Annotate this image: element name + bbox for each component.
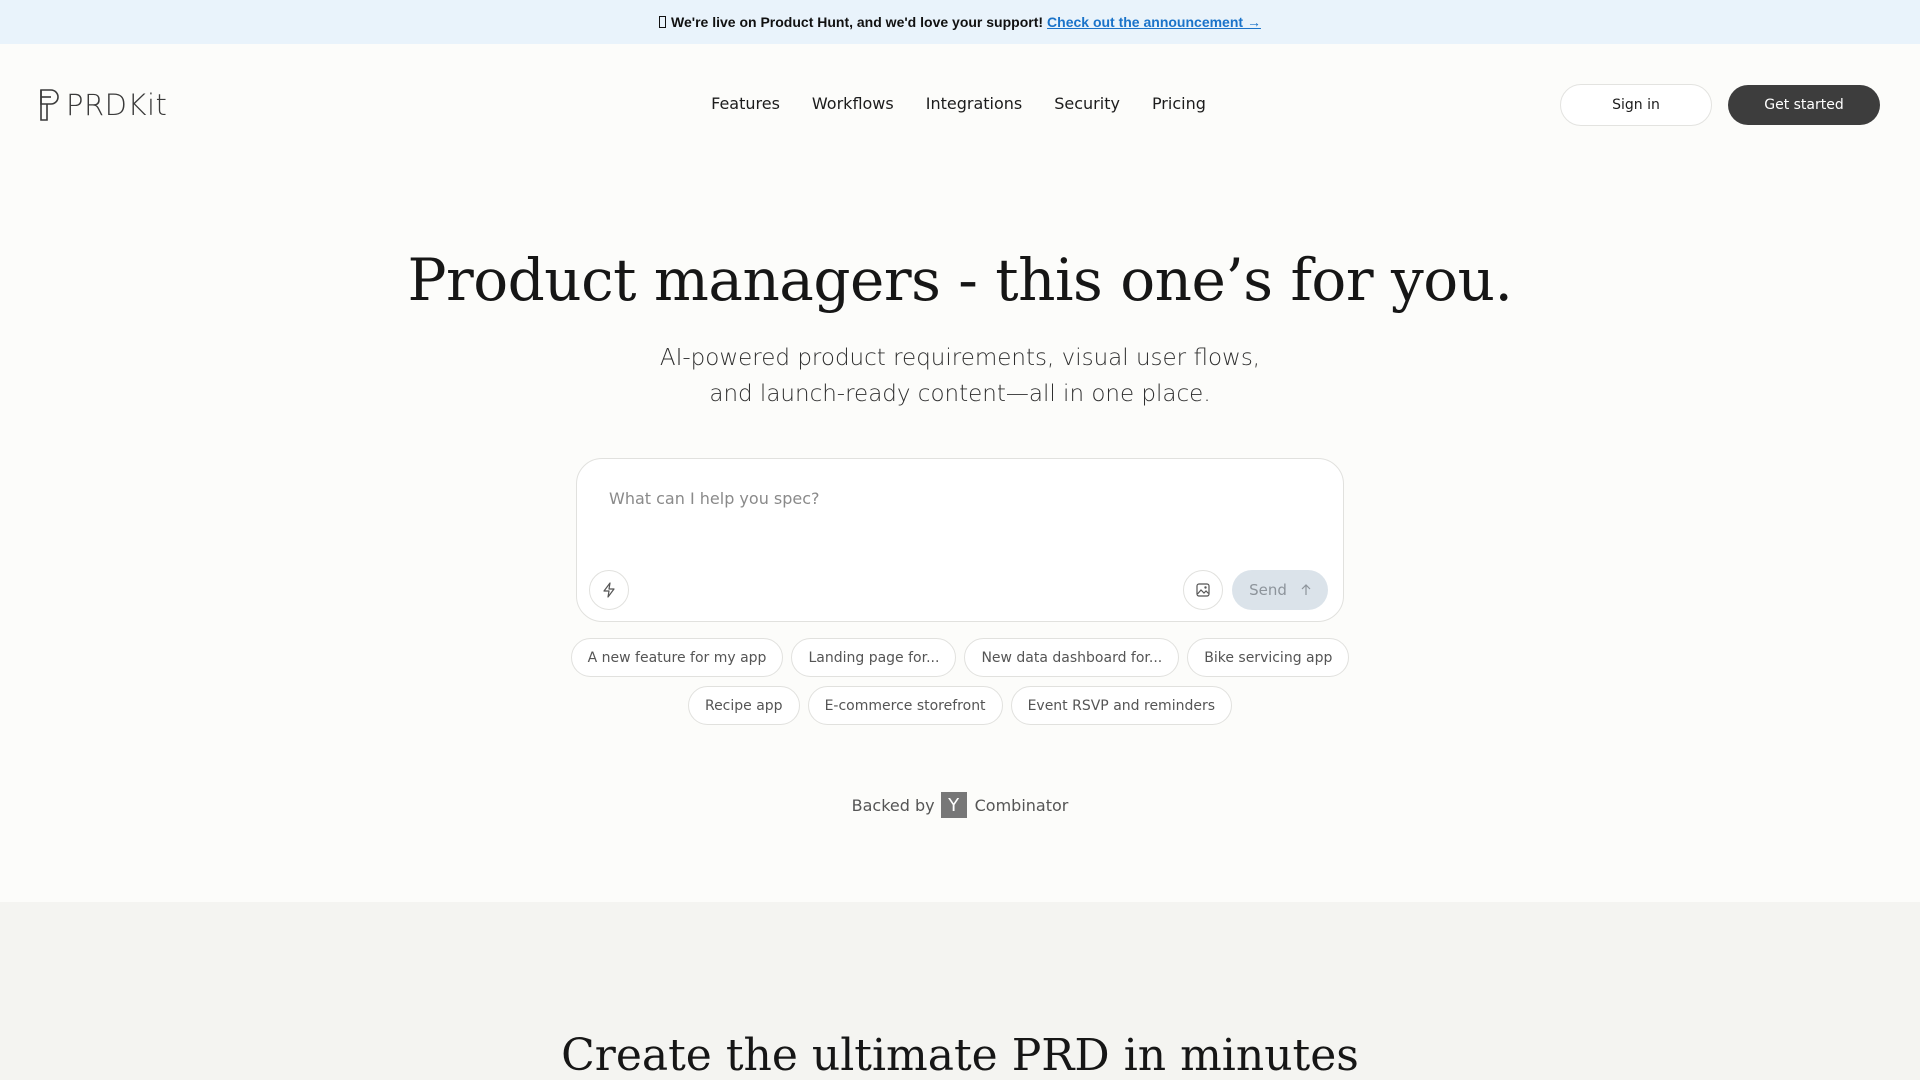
nav-security[interactable]: Security (1054, 94, 1120, 113)
suggestion-chip[interactable]: Event RSVP and reminders (1010, 686, 1233, 725)
hero-title: Product managers - this one’s for you. (407, 246, 1513, 314)
announcement-link[interactable]: Check out the announcement → (1047, 14, 1261, 30)
arrow-up-icon (1301, 584, 1311, 595)
announcement-banner: We're live on Product Hunt, and we'd lov… (0, 0, 1920, 44)
suggestion-chips: A new feature for my app Landing page fo… (0, 638, 1920, 725)
hero-subtitle-line2: and launch-ready content—all in one plac… (709, 381, 1211, 407)
nav-integrations[interactable]: Integrations (926, 94, 1023, 113)
sign-in-button[interactable]: Sign in (1560, 84, 1712, 126)
hero-subtitle-line1: AI-powered product requirements, visual … (659, 345, 1261, 371)
suggestion-row-1: A new feature for my app Landing page fo… (570, 638, 1350, 677)
attach-image-button[interactable] (1183, 570, 1223, 610)
backed-by: Backed by Y Combinator (0, 792, 1920, 818)
suggestion-row-2: Recipe app E-commerce storefront Event R… (687, 686, 1233, 725)
top-nav: PRDKit Features Workflows Integrations S… (0, 44, 1920, 166)
lightning-icon (603, 582, 615, 598)
suggestion-chip[interactable]: Landing page for... (791, 638, 957, 677)
nav-features[interactable]: Features (711, 94, 780, 113)
prompt-input[interactable] (609, 483, 1309, 513)
nav-workflows[interactable]: Workflows (812, 94, 894, 113)
send-label: Send (1249, 581, 1287, 599)
prompt-box: Send (576, 458, 1344, 622)
y-combinator-logo: Y (940, 792, 967, 818)
hero-subtitle: AI-powered product requirements, visual … (0, 340, 1920, 412)
backed-suffix: Combinator (974, 795, 1069, 815)
features-section: Create the ultimate PRD in minutes (0, 902, 1920, 1080)
suggestion-chip[interactable]: Bike servicing app (1187, 638, 1350, 677)
get-started-button[interactable]: Get started (1728, 85, 1880, 125)
suggestion-chip[interactable]: A new feature for my app (570, 638, 784, 677)
nav-pricing[interactable]: Pricing (1152, 94, 1206, 113)
section-title: Create the ultimate PRD in minutes (561, 1030, 1359, 1080)
suggestion-chip[interactable]: Recipe app (687, 686, 800, 725)
image-icon (1196, 583, 1210, 597)
banner-icon (659, 16, 667, 28)
send-button[interactable]: Send (1232, 570, 1328, 610)
suggestion-chip[interactable]: E-commerce storefront (807, 686, 1003, 725)
backed-prefix: Backed by (851, 795, 935, 815)
lightning-button[interactable] (589, 570, 629, 610)
suggestion-chip[interactable]: New data dashboard for... (964, 638, 1180, 677)
banner-text: We're live on Product Hunt, and we'd lov… (671, 14, 1044, 30)
